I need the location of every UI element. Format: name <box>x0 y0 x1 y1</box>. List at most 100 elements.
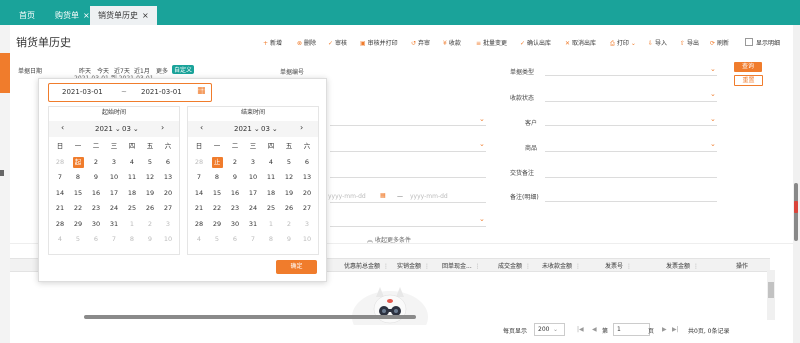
prev-month-icon[interactable]: ‹ <box>61 123 64 132</box>
calendar-icon[interactable]: ▦ <box>380 192 386 199</box>
print-button[interactable]: ⎙ 打印 ⌄ <box>610 38 636 48</box>
horizontal-scrollbar[interactable] <box>84 315 416 319</box>
day-cell[interactable]: 2 <box>280 217 298 233</box>
day-cell[interactable]: 20 <box>298 186 316 202</box>
tab-purchase[interactable]: 购货单 × <box>55 6 90 25</box>
day-cell[interactable]: 18 <box>262 186 280 202</box>
day-cell[interactable]: 10 <box>298 232 316 248</box>
unaudit-button[interactable]: ↺ 弃审 <box>411 38 430 47</box>
chevron-down-icon[interactable]: ⌄ <box>479 115 485 123</box>
show-detail-checkbox[interactable]: 显示明细 <box>745 38 780 47</box>
middle-input-3[interactable] <box>330 177 486 178</box>
add-button[interactable]: + 新增 <box>263 38 282 47</box>
scrollbar-thumb[interactable] <box>768 282 774 298</box>
date-range-input[interactable]: 2021-03-01 ~ 2021-03-01 ▦ <box>48 83 212 102</box>
day-cell[interactable]: 6 <box>226 232 244 248</box>
day-cell[interactable]: 25 <box>123 201 141 217</box>
day-cell[interactable]: 5 <box>69 232 87 248</box>
bill-type-select[interactable] <box>545 75 717 76</box>
middle-select-4[interactable] <box>330 226 486 227</box>
chevron-down-icon[interactable]: ⌄ <box>710 90 716 98</box>
day-cell[interactable]: 27 <box>159 201 177 217</box>
day-cell[interactable]: 16 <box>87 186 105 202</box>
day-cell[interactable]: 4 <box>190 232 208 248</box>
day-cell[interactable]: 21 <box>190 201 208 217</box>
next-page-icon[interactable]: ▶ <box>662 326 667 333</box>
day-cell[interactable]: 4 <box>51 232 69 248</box>
day-cell[interactable]: 30 <box>87 217 105 233</box>
day-cell[interactable]: 24 <box>244 201 262 217</box>
month-select[interactable]: 03 ⌄ <box>122 125 139 133</box>
day-cell[interactable]: 19 <box>280 186 298 202</box>
close-icon[interactable]: × <box>83 11 90 20</box>
day-cell[interactable]: 1 <box>262 217 280 233</box>
day-cell[interactable]: 4 <box>123 155 141 171</box>
day-cell[interactable]: 18 <box>123 186 141 202</box>
remark-input[interactable] <box>545 201 717 202</box>
day-cell[interactable]: 19 <box>141 186 159 202</box>
day-cell[interactable]: 22 <box>69 201 87 217</box>
day-cell[interactable]: 6 <box>298 155 316 171</box>
page-input[interactable]: 1 <box>613 323 650 336</box>
day-cell[interactable]: 13 <box>298 170 316 186</box>
close-icon[interactable]: × <box>142 11 149 20</box>
day-cell[interactable]: 20 <box>159 186 177 202</box>
day-cell[interactable]: 10 <box>244 170 262 186</box>
year-select[interactable]: 2021 ⌄ <box>234 125 260 133</box>
confirm-button[interactable]: 确定 <box>276 260 317 274</box>
day-cell[interactable]: 15 <box>69 186 87 202</box>
day-cell[interactable]: 9 <box>280 232 298 248</box>
day-cell[interactable]: 11 <box>262 170 280 186</box>
day-cell[interactable]: 14 <box>51 186 69 202</box>
day-cell[interactable]: 6 <box>159 155 177 171</box>
tab-home[interactable]: 首页 <box>19 6 35 25</box>
day-cell[interactable]: 24 <box>105 201 123 217</box>
sidebar-handle[interactable] <box>0 170 4 176</box>
next-month-icon[interactable]: › <box>161 123 164 132</box>
day-cell[interactable]: 12 <box>280 170 298 186</box>
day-cell[interactable]: 7 <box>105 232 123 248</box>
query-button[interactable]: 查询 <box>734 62 762 72</box>
day-cell[interactable]: 10 <box>159 232 177 248</box>
day-cell[interactable]: 17 <box>244 186 262 202</box>
confirm-out-button[interactable]: ✓ 确认出库 <box>520 38 551 47</box>
day-cell[interactable]: 16 <box>226 186 244 202</box>
chevron-down-icon[interactable]: ⌄ <box>710 65 716 73</box>
chevron-down-icon[interactable]: ⌄ <box>479 140 485 148</box>
delete-button[interactable]: ⊗ 删除 <box>297 38 316 47</box>
batch-change-button[interactable]: ≡ 批量变更 <box>476 38 507 47</box>
audit-button[interactable]: ✓ 审核 <box>328 38 347 47</box>
day-cell[interactable]: 11 <box>123 170 141 186</box>
day-cell[interactable]: 2 <box>87 155 105 171</box>
quick-date-more[interactable]: 更多 <box>156 66 168 75</box>
day-cell[interactable]: 14 <box>190 186 208 202</box>
cancel-out-button[interactable]: ✕ 取消出库 <box>565 38 596 47</box>
day-cell[interactable]: 29 <box>208 217 226 233</box>
customer-select[interactable] <box>545 125 717 126</box>
day-cell[interactable]: 29 <box>69 217 87 233</box>
collect-button[interactable]: ¥ 收款 <box>443 38 461 47</box>
chevron-down-icon[interactable]: ⌄ <box>479 215 485 223</box>
day-cell[interactable]: 4 <box>262 155 280 171</box>
end-date-value[interactable]: 2021-03-01 <box>141 88 182 96</box>
day-cell[interactable]: 8 <box>123 232 141 248</box>
selected-day-cell[interactable]: 止 <box>208 155 226 171</box>
day-cell[interactable]: 28 <box>51 155 69 171</box>
tab-sales-history[interactable]: 销货单历史 × <box>90 6 157 25</box>
month-select[interactable]: 03 ⌄ <box>261 125 278 133</box>
day-cell[interactable]: 28 <box>190 155 208 171</box>
day-cell[interactable]: 3 <box>159 217 177 233</box>
day-cell[interactable]: 2 <box>141 217 159 233</box>
day-cell[interactable]: 9 <box>87 170 105 186</box>
chevron-down-icon[interactable]: ⌄ <box>710 115 716 123</box>
refresh-button[interactable]: ⟳ 刷新 <box>710 38 729 47</box>
prev-page-icon[interactable]: ◀ <box>592 326 597 333</box>
day-cell[interactable]: 26 <box>141 201 159 217</box>
chevron-down-icon[interactable]: ⌄ <box>710 140 716 148</box>
next-month-icon[interactable]: › <box>300 123 303 132</box>
day-cell[interactable]: 2 <box>226 155 244 171</box>
day-cell[interactable]: 31 <box>244 217 262 233</box>
middle-select-2[interactable] <box>330 151 486 152</box>
reset-button[interactable]: 重置 <box>734 75 763 86</box>
table-vertical-scrollbar[interactable] <box>767 270 775 320</box>
